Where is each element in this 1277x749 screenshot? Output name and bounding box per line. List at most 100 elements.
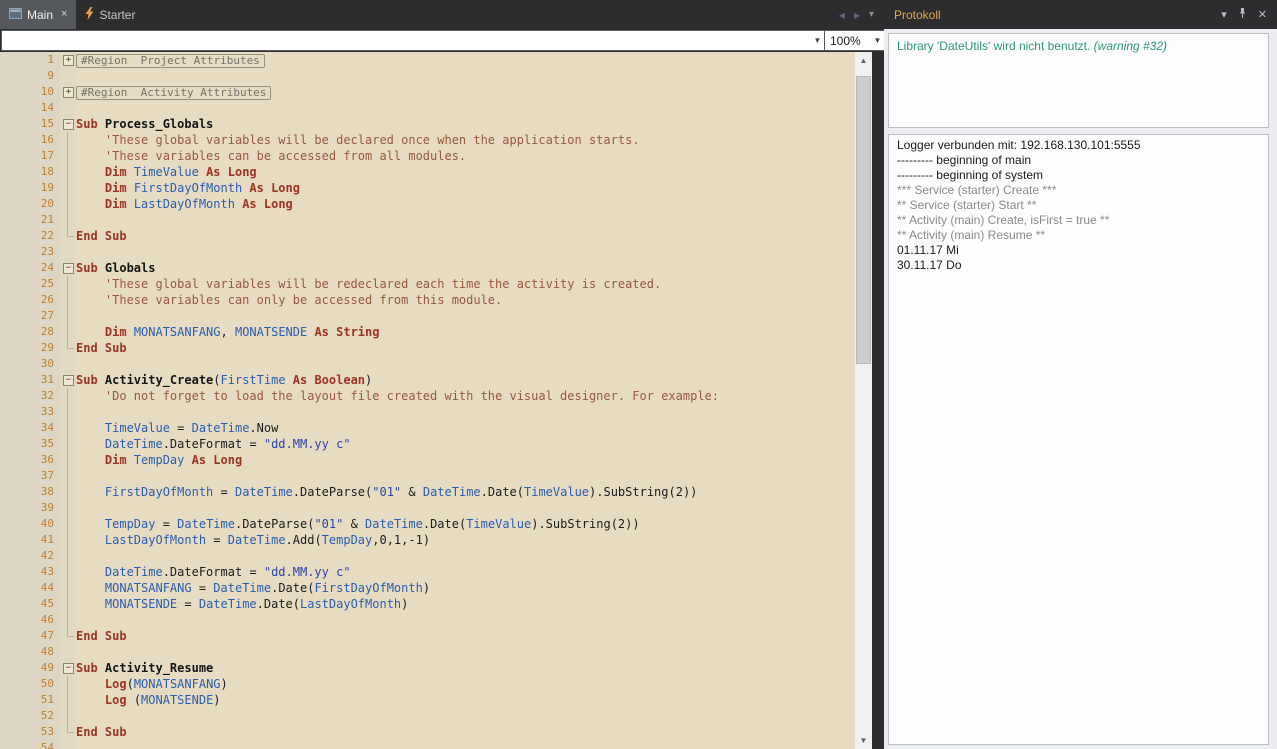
fold-margin[interactable]: − [60, 116, 76, 132]
code-line[interactable]: 33 [0, 404, 855, 420]
fold-margin [60, 644, 76, 660]
line-number: 15 [0, 116, 60, 132]
code-line[interactable]: 36 Dim TempDay As Long [0, 452, 855, 468]
zoom-dropdown-arrow-icon[interactable]: ▼ [870, 36, 885, 45]
code-line[interactable]: 39 [0, 500, 855, 516]
code-line[interactable]: 31− Sub Activity_Create(FirstTime As Bool… [0, 372, 855, 388]
fold-margin[interactable]: + [60, 52, 76, 68]
code-text: Sub Process_Globals [76, 117, 214, 131]
code-line[interactable]: 32 'Do not forget to load the layout fil… [0, 388, 855, 404]
tab-list-dropdown-icon[interactable]: ▾ [869, 9, 874, 20]
code-line[interactable]: 19 Dim FirstDayOfMonth As Long [0, 180, 855, 196]
line-number: 33 [0, 404, 60, 420]
code-line[interactable]: 29 End Sub [0, 340, 855, 356]
code-line[interactable]: 40 TempDay = DateTime.DateParse("01" & D… [0, 516, 855, 532]
code-line[interactable]: 20 Dim LastDayOfMonth As Long [0, 196, 855, 212]
warnings-box[interactable]: Library 'DateUtils' wird nicht benutzt. … [888, 33, 1269, 128]
code-line[interactable]: 18 Dim TimeValue As Long [0, 164, 855, 180]
fold-margin[interactable]: + [60, 84, 76, 100]
nav-forward-icon[interactable]: ▸ [854, 8, 860, 22]
code-line[interactable]: 46 [0, 612, 855, 628]
code-line[interactable]: 30 [0, 356, 855, 372]
code-line[interactable]: 24− Sub Globals [0, 260, 855, 276]
editor-vertical-scrollbar[interactable]: ▲ ▼ [855, 52, 872, 749]
code-editor[interactable]: 1 + #Region Project Attributes 9 10 + #Region … [0, 52, 872, 749]
pin-icon[interactable] [1237, 7, 1248, 22]
code-line[interactable]: 50 Log(MONATSANFANG) [0, 676, 855, 692]
fold-margin [60, 436, 76, 452]
code-text: End Sub [76, 229, 127, 243]
code-text: Dim FirstDayOfMonth As Long [104, 181, 300, 195]
code-line[interactable]: 43 DateTime.DateFormat = "dd.MM.yy c" [0, 564, 855, 580]
code-line[interactable]: 23 [0, 244, 855, 260]
scroll-down-arrow-icon[interactable]: ▼ [855, 732, 872, 749]
code-line[interactable]: 48 [0, 644, 855, 660]
code-line[interactable]: 17 'These variables can be accessed from… [0, 148, 855, 164]
code-line[interactable]: 52 [0, 708, 855, 724]
code-line[interactable]: 41 LastDayOfMonth = DateTime.Add(TempDay… [0, 532, 855, 548]
fold-margin [60, 564, 76, 580]
line-number: 45 [0, 596, 60, 612]
code-line[interactable]: 37 [0, 468, 855, 484]
fold-margin [60, 388, 76, 404]
chevron-down-icon[interactable]: ▾ [1221, 8, 1227, 21]
code-line[interactable]: 16 'These global variables will be decla… [0, 132, 855, 148]
code-text: Log(MONATSANFANG) [104, 677, 228, 691]
tab-main[interactable]: Main × [0, 0, 77, 29]
fold-margin[interactable]: − [60, 372, 76, 388]
log-line: ** Activity (main) Resume ** [897, 228, 1046, 242]
close-tab-icon[interactable]: × [61, 9, 67, 20]
code-line[interactable]: 9 [0, 68, 855, 84]
code-line[interactable]: 34 TimeValue = DateTime.Now [0, 420, 855, 436]
code-line[interactable]: 22 End Sub [0, 228, 855, 244]
code-text: 'Do not forget to load the layout file c… [104, 389, 719, 403]
line-number: 39 [0, 500, 60, 516]
code-line[interactable]: 28 Dim MONATSANFANG, MONATSENDE As Strin… [0, 324, 855, 340]
zoom-value: 100% [830, 33, 861, 48]
line-number: 43 [0, 564, 60, 580]
code-line[interactable]: 51 Log (MONATSENDE) [0, 692, 855, 708]
warning-number: (warning #32) [1090, 39, 1168, 53]
code-line[interactable]: 26 'These variables can only be accessed… [0, 292, 855, 308]
log-output[interactable]: Logger verbunden mit: 192.168.130.101:55… [888, 134, 1269, 745]
code-text: MONATSENDE = DateTime.Date(LastDayOfMont… [104, 597, 409, 611]
code-text: TempDay = DateTime.DateParse("01" & Date… [104, 517, 640, 531]
scrollbar-thumb[interactable] [856, 76, 871, 364]
code-line[interactable]: 1 + #Region Project Attributes [0, 52, 855, 68]
code-line[interactable]: 54 [0, 740, 855, 749]
code-line[interactable]: 42 [0, 548, 855, 564]
fold-margin [60, 212, 76, 228]
code-line[interactable]: 53 End Sub [0, 724, 855, 740]
code-line[interactable]: 49− Sub Activity_Resume [0, 660, 855, 676]
tab-starter[interactable]: Starter [76, 0, 144, 29]
line-number: 22 [0, 228, 60, 244]
code-line[interactable]: 35 DateTime.DateFormat = "dd.MM.yy c" [0, 436, 855, 452]
scroll-up-arrow-icon[interactable]: ▲ [855, 52, 872, 69]
code-line[interactable]: 27 [0, 308, 855, 324]
line-number: 25 [0, 276, 60, 292]
line-number: 10 [0, 84, 60, 100]
code-line[interactable]: 15− Sub Process_Globals [0, 116, 855, 132]
nav-back-icon[interactable]: ◂ [839, 8, 845, 22]
code-line[interactable]: 10 + #Region Activity Attributes [0, 84, 855, 100]
fold-margin[interactable]: − [60, 660, 76, 676]
line-number: 30 [0, 356, 60, 372]
dropdown-arrow-icon[interactable]: ▼ [810, 36, 825, 45]
fold-margin[interactable]: − [60, 260, 76, 276]
line-number: 9 [0, 68, 60, 84]
zoom-selector[interactable]: 100% ▼ [824, 30, 886, 51]
code-line[interactable]: 25 'These global variables will be redec… [0, 276, 855, 292]
protokoll-panel: Protokoll ▾ ✕ Library 'DateUtils' wird n… [884, 0, 1277, 749]
fold-margin [60, 244, 76, 260]
module-selector[interactable]: ▼ [1, 30, 826, 51]
code-line[interactable]: 38 FirstDayOfMonth = DateTime.DateParse(… [0, 484, 855, 500]
code-line[interactable]: 47 End Sub [0, 628, 855, 644]
code-line[interactable]: 44 MONATSANFANG = DateTime.Date(FirstDay… [0, 580, 855, 596]
code-line[interactable]: 21 [0, 212, 855, 228]
code-line[interactable]: 45 MONATSENDE = DateTime.Date(LastDayOfM… [0, 596, 855, 612]
code-line[interactable]: 14 [0, 100, 855, 116]
close-icon[interactable]: ✕ [1258, 8, 1267, 21]
